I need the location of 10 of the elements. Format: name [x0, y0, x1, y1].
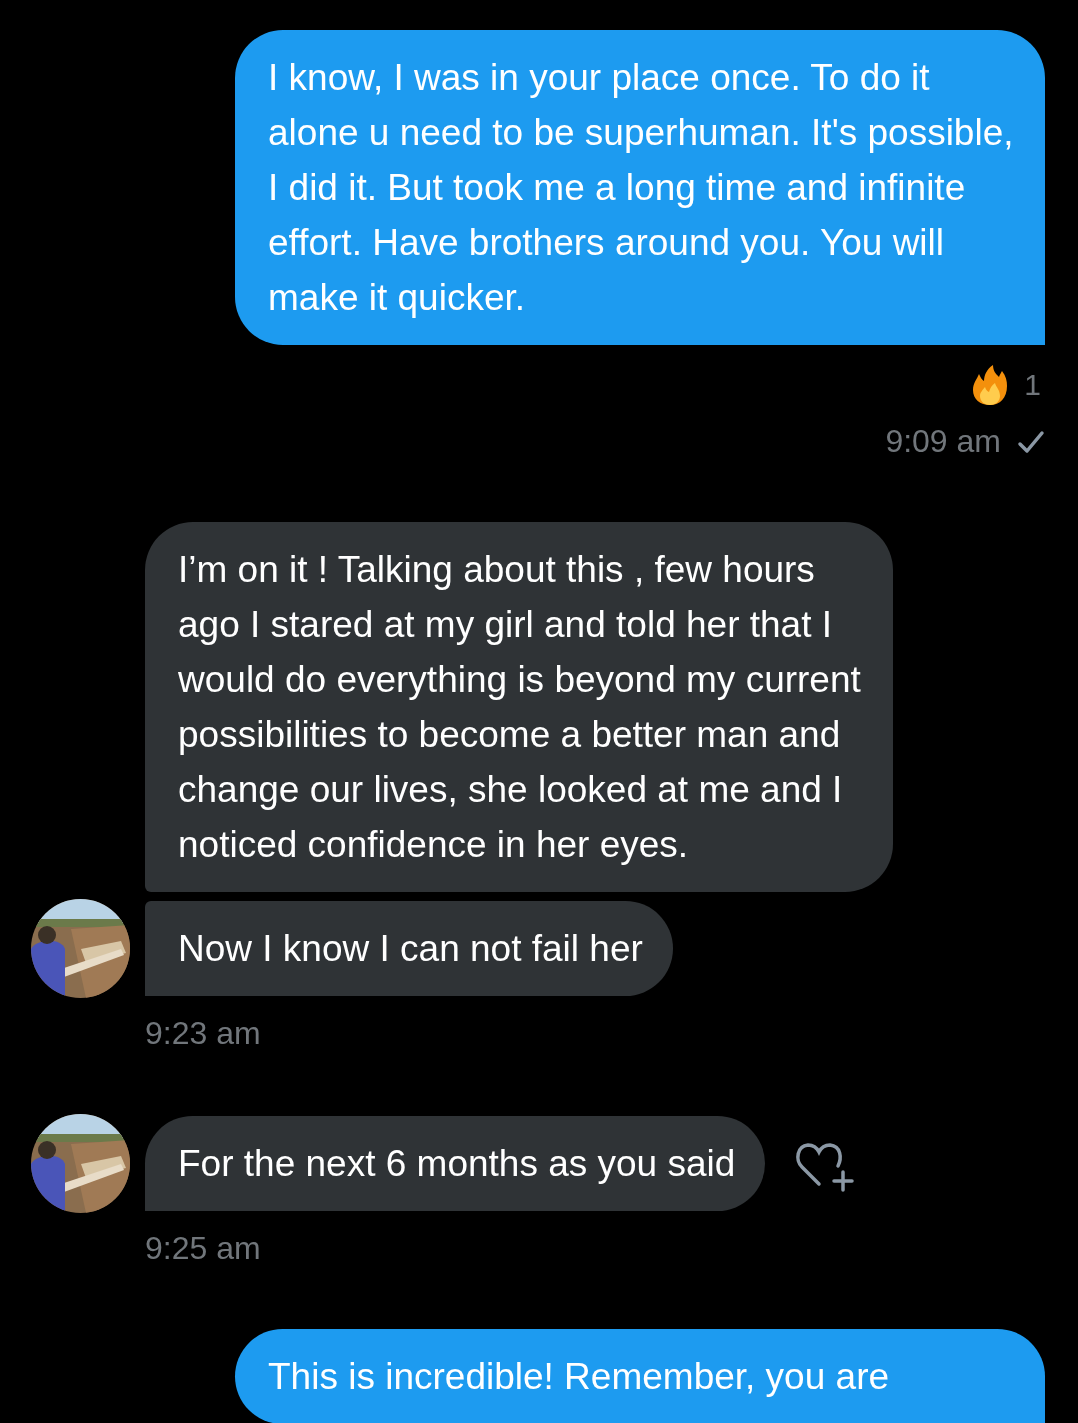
message-bubble: I’m on it ! Talking about this , few hours ago I stared at my girl and told her that I would do everything is beyond my current possibilities to become a better man and change our lives, she looked at me and I noticed confidence in her eyes. [145, 522, 893, 892]
message-time: 9:23 am [145, 1015, 261, 1052]
message-bubble: Now I know I can not fail her [145, 901, 673, 996]
check-icon [1017, 429, 1045, 454]
message-time: 9:25 am [145, 1230, 261, 1267]
message-time: 9:09 am [885, 423, 1001, 460]
reaction-count: 1 [1024, 368, 1041, 402]
message-bubble: For the next 6 months as you said [145, 1116, 766, 1211]
message-bubble: This is incredible! Remember, you are [235, 1329, 1045, 1423]
message-bubble: I know, I was in your place once. To do it alone u need to be superhuman. It's possible, I did it. But took me a long time and infinite effort. Have brothers around you. You will make it quicker. [235, 30, 1045, 345]
